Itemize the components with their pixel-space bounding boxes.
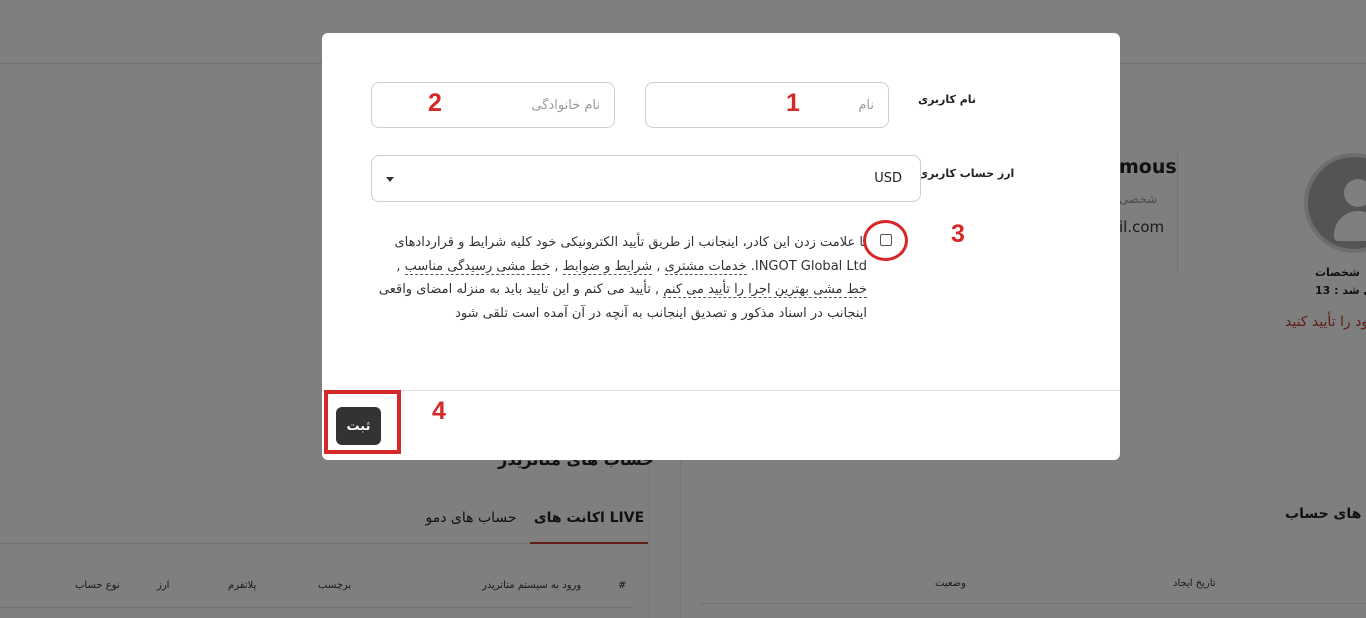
username-label: نام کاربری [918, 93, 977, 106]
last-name-input[interactable] [371, 82, 615, 128]
currency-select[interactable]: USD [371, 155, 921, 202]
terms-separator: , [652, 258, 665, 274]
currency-label: ارز حساب کاربری [918, 167, 1015, 180]
link-best-execution-policy[interactable]: خط مشی بهترین اجرا را تأیید می کنم [663, 282, 867, 298]
modal-body: نام کاربری ارز حساب کاربری USD با علامت … [322, 33, 1120, 390]
annotation-3: 3 [951, 220, 965, 248]
currency-selected-value: USD [874, 171, 902, 186]
terms-separator: , [396, 258, 405, 274]
terms-separator: , [550, 258, 563, 274]
annotation-4: 4 [432, 397, 446, 425]
annotation-submit-highlight [324, 390, 401, 454]
link-client-services[interactable]: خدمات مشتری [664, 258, 747, 275]
annotation-1: 1 [786, 89, 800, 117]
link-terms-conditions[interactable]: شرایط و ضوابط [562, 258, 653, 275]
annotation-2: 2 [428, 89, 442, 117]
annotation-checkbox-ring [863, 220, 908, 261]
caret-down-icon [386, 177, 394, 182]
link-suitability-policy[interactable]: خط مشی رسیدگی مناسب [404, 258, 551, 275]
terms-text: با علامت زدن این کادر، اینجانب از طریق ت… [372, 231, 867, 325]
first-name-input[interactable] [645, 82, 889, 128]
